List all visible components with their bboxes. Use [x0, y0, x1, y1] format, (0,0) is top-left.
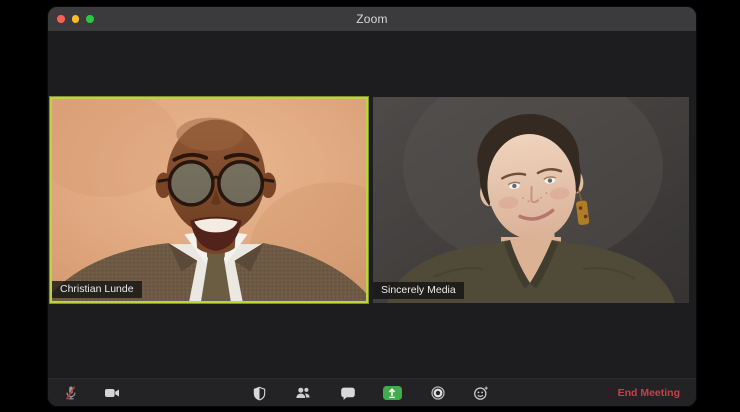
titlebar: Zoom	[48, 7, 696, 31]
record-icon	[431, 386, 445, 400]
share-screen-button[interactable]	[377, 379, 407, 406]
mute-button[interactable]	[56, 379, 86, 406]
sincerely-media-video	[373, 97, 689, 303]
meeting-toolbar: End Meeting	[48, 378, 696, 406]
end-meeting-button[interactable]: End Meeting	[618, 379, 680, 406]
video-tile-christian-lunde[interactable]: Christian Lunde	[50, 97, 368, 303]
minimize-button[interactable]	[71, 15, 79, 23]
traffic-lights	[57, 7, 94, 31]
participant-name-label: Christian Lunde	[52, 281, 142, 298]
share-screen-icon	[382, 386, 402, 400]
zoom-window: Zoom Christian Lunde Sincerely Media End…	[48, 7, 696, 406]
close-button[interactable]	[57, 15, 65, 23]
chat-bubble-icon	[341, 387, 355, 400]
video-camera-icon	[105, 389, 119, 397]
participants-icon	[296, 387, 310, 398]
video-tile-sincerely-media[interactable]: Sincerely Media	[373, 97, 689, 303]
fullscreen-button[interactable]	[86, 15, 94, 23]
participant-name-label: Sincerely Media	[373, 282, 464, 299]
shield-icon	[253, 386, 265, 400]
security-button[interactable]	[244, 379, 274, 406]
start-video-button[interactable]	[97, 379, 127, 406]
microphone-muted-icon	[65, 386, 76, 400]
record-button[interactable]	[423, 379, 453, 406]
christian-lunde-video	[52, 99, 366, 301]
window-title: Zoom	[356, 12, 388, 26]
screen: Zoom Christian Lunde Sincerely Media End…	[0, 0, 740, 412]
reactions-button[interactable]	[466, 379, 496, 406]
participants-button[interactable]	[288, 379, 318, 406]
reactions-icon	[474, 386, 488, 400]
chat-button[interactable]	[333, 379, 363, 406]
